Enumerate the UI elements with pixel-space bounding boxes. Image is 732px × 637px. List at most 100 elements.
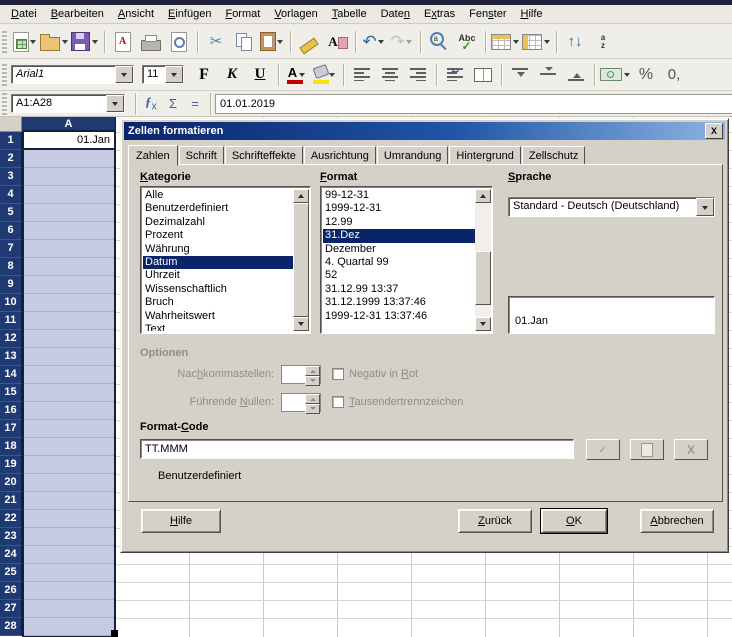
cell-a3[interactable] bbox=[24, 168, 114, 186]
spelling-button[interactable]: Abc✓ bbox=[453, 29, 481, 55]
list-item[interactable]: 31.12.99 13:37 bbox=[323, 283, 475, 296]
row-header-1[interactable]: 1 bbox=[0, 132, 22, 150]
cell-a15[interactable] bbox=[24, 384, 114, 402]
cell-a22[interactable] bbox=[24, 510, 114, 528]
menu-fenster[interactable]: Fenster bbox=[462, 7, 513, 21]
sort-ascending-button[interactable]: az bbox=[589, 29, 617, 55]
row-header-17[interactable]: 17 bbox=[0, 420, 22, 438]
tab-zellschutz[interactable]: Zellschutz bbox=[522, 146, 586, 165]
export-pdf-button[interactable]: A bbox=[109, 29, 137, 55]
cell-a11[interactable] bbox=[24, 312, 114, 330]
cell-a6[interactable] bbox=[24, 222, 114, 240]
font-size-combo[interactable]: 11 bbox=[142, 65, 184, 84]
row-header-10[interactable]: 10 bbox=[0, 294, 22, 312]
row-header-18[interactable]: 18 bbox=[0, 438, 22, 456]
scroll-up-button[interactable] bbox=[293, 189, 309, 203]
row-header-23[interactable]: 23 bbox=[0, 528, 22, 546]
fill-handle[interactable] bbox=[111, 630, 118, 637]
cell-a20[interactable] bbox=[24, 474, 114, 492]
copy-button[interactable] bbox=[230, 29, 258, 55]
row-header-15[interactable]: 15 bbox=[0, 384, 22, 402]
row-header-2[interactable]: 2 bbox=[0, 150, 22, 168]
cell-a27[interactable] bbox=[24, 600, 114, 618]
row-header-26[interactable]: 26 bbox=[0, 582, 22, 600]
category-scrollbar[interactable] bbox=[293, 189, 309, 331]
scroll-down-button[interactable] bbox=[475, 317, 491, 331]
scroll-up-button[interactable] bbox=[475, 189, 491, 203]
row-header-6[interactable]: 6 bbox=[0, 222, 22, 240]
list-item[interactable]: Prozent bbox=[143, 229, 293, 242]
tab-schrift[interactable]: Schrift bbox=[179, 146, 224, 165]
dropdown-arrow-icon[interactable] bbox=[276, 29, 285, 55]
toolbar-grip[interactable] bbox=[2, 64, 7, 86]
function-wizard-icon[interactable]: ƒx bbox=[140, 94, 162, 113]
tab-ausrichtung[interactable]: Ausrichtung bbox=[304, 146, 376, 165]
language-combo[interactable]: Standard - Deutsch (Deutschland) bbox=[508, 197, 715, 217]
tab-umrandung[interactable]: Umrandung bbox=[377, 146, 448, 165]
row-header-5[interactable]: 5 bbox=[0, 204, 22, 222]
dialog-title-bar[interactable]: Zellen formatieren X bbox=[124, 122, 725, 140]
cell-a17[interactable] bbox=[24, 420, 114, 438]
list-item[interactable]: Uhrzeit bbox=[143, 269, 293, 282]
paste-button[interactable] bbox=[258, 29, 286, 55]
name-box[interactable]: A1:A28 bbox=[11, 94, 125, 113]
list-item[interactable]: Wahrheitswert bbox=[143, 310, 293, 323]
name-box-dropdown[interactable] bbox=[106, 95, 124, 112]
row-header-8[interactable]: 8 bbox=[0, 258, 22, 276]
open-button[interactable] bbox=[39, 29, 70, 55]
cancel-button[interactable]: Abbrechen bbox=[640, 509, 714, 533]
row-header-4[interactable]: 4 bbox=[0, 186, 22, 204]
row-header-12[interactable]: 12 bbox=[0, 330, 22, 348]
font-name-combo[interactable]: Arial1 bbox=[11, 65, 134, 84]
row-header-28[interactable]: 28 bbox=[0, 618, 22, 636]
menu-format[interactable]: Format bbox=[218, 7, 267, 21]
language-dropdown[interactable] bbox=[696, 198, 714, 216]
cell-a25[interactable] bbox=[24, 564, 114, 582]
back-button[interactable]: Zurück bbox=[458, 509, 532, 533]
format-code-input[interactable]: TT.MMM bbox=[140, 439, 574, 459]
menu-daten[interactable]: Daten bbox=[374, 7, 417, 21]
dropdown-arrow-icon[interactable] bbox=[60, 29, 69, 55]
row-header-13[interactable]: 13 bbox=[0, 348, 22, 366]
scrollbar-thumb[interactable] bbox=[293, 203, 309, 317]
cell-a24[interactable] bbox=[24, 546, 114, 564]
list-item[interactable]: Datum bbox=[143, 256, 293, 269]
list-item[interactable]: 52 bbox=[323, 269, 475, 282]
clone-formatting-button[interactable] bbox=[295, 29, 323, 55]
insert-columns-button[interactable] bbox=[521, 29, 552, 55]
close-button[interactable]: X bbox=[705, 123, 723, 139]
percent-format-button[interactable]: % bbox=[632, 62, 660, 88]
list-item[interactable]: 99-12-31 bbox=[323, 189, 475, 202]
dropdown-arrow-icon[interactable] bbox=[297, 62, 306, 88]
cell-a13[interactable] bbox=[24, 348, 114, 366]
underline-button[interactable]: U bbox=[246, 62, 274, 88]
row-header-14[interactable]: 14 bbox=[0, 366, 22, 384]
cell-a18[interactable] bbox=[24, 438, 114, 456]
currency-format-button[interactable] bbox=[599, 62, 632, 88]
highlight-color-button[interactable] bbox=[311, 62, 339, 88]
wrap-text-button[interactable] bbox=[441, 62, 469, 88]
row-header-27[interactable]: 27 bbox=[0, 600, 22, 618]
bold-button[interactable]: F bbox=[190, 62, 218, 88]
cell-a7[interactable] bbox=[24, 240, 114, 258]
dropdown-arrow-icon[interactable] bbox=[90, 29, 99, 55]
align-top-button[interactable] bbox=[506, 62, 534, 88]
category-list[interactable]: AlleBenutzerdefiniertDezimalzahlProzentW… bbox=[140, 186, 311, 334]
scroll-down-button[interactable] bbox=[293, 317, 309, 331]
find-replace-button[interactable]: a bbox=[425, 29, 453, 55]
align-right-button[interactable] bbox=[404, 62, 432, 88]
list-item[interactable]: Bruch bbox=[143, 296, 293, 309]
cell-a9[interactable] bbox=[24, 276, 114, 294]
font-size-dropdown[interactable] bbox=[165, 66, 183, 83]
cell-a4[interactable] bbox=[24, 186, 114, 204]
list-item[interactable]: Benutzerdefiniert bbox=[143, 202, 293, 215]
cell-a2[interactable] bbox=[24, 150, 114, 168]
tab-zahlen[interactable]: Zahlen bbox=[128, 145, 178, 166]
list-item[interactable]: 1999-12-31 13:37:46 bbox=[323, 310, 475, 323]
format-scrollbar[interactable] bbox=[475, 189, 491, 331]
list-item[interactable]: Dezimalzahl bbox=[143, 216, 293, 229]
row-header-11[interactable]: 11 bbox=[0, 312, 22, 330]
print-button[interactable] bbox=[137, 29, 165, 55]
list-item[interactable]: 1999-12-31 bbox=[323, 202, 475, 215]
row-header-3[interactable]: 3 bbox=[0, 168, 22, 186]
